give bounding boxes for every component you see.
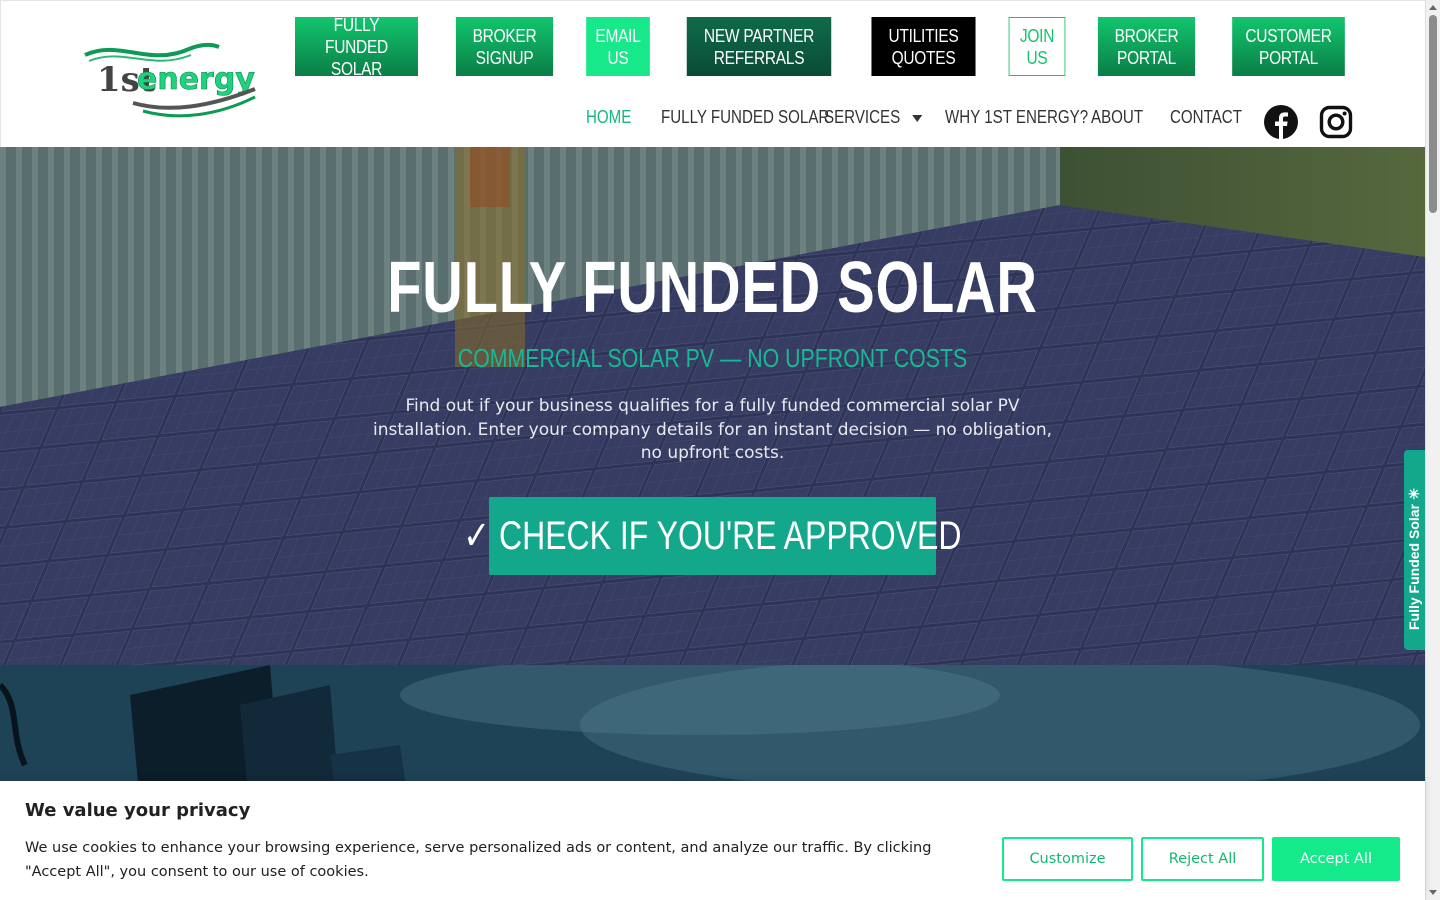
caret-down-icon [911,114,923,122]
nav-about[interactable]: ABOUT [1091,107,1143,128]
cookie-banner-title: We value your privacy [25,800,251,821]
nav-home[interactable]: HOME [586,107,631,128]
broker-portal-button[interactable]: BROKER PORTAL [1097,17,1196,76]
join-us-button[interactable]: JOIN US [1008,17,1066,76]
site-header: 1st energy FULLY FUNDED SOLAR BROKER SIG… [0,0,1425,147]
customer-portal-button[interactable]: CUSTOMER PORTAL [1232,17,1345,76]
utilities-quotes-button[interactable]: UTILITIES QUOTES [871,17,976,76]
cookie-accept-all-button[interactable]: Accept All [1272,837,1400,881]
scroll-up-arrow-icon[interactable] [1429,5,1437,10]
hero-description: Find out if your business qualifies for … [372,396,1053,463]
scroll-down-arrow-icon[interactable] [1429,890,1437,895]
new-partner-referrals-button[interactable]: NEW PARTNER REFERRALS [686,17,832,76]
scrollbar-thumb[interactable] [1429,15,1437,213]
cookie-reject-all-button[interactable]: Reject All [1141,837,1264,881]
fully-funded-solar-side-tab[interactable]: Fully Funded Solar ☀ [1404,450,1425,650]
check-approval-button[interactable]: ✓ CHECK IF YOU'RE APPROVED [463,497,962,575]
site-logo[interactable]: 1st energy [79,41,259,121]
nav-why-1st-energy[interactable]: WHY 1ST ENERGY? [945,107,1088,128]
email-us-button[interactable]: EMAIL US [586,17,650,76]
instagram-icon[interactable] [1319,105,1353,139]
hero-section: FULLY FUNDED SOLAR COMMERCIAL SOLAR PV —… [0,147,1425,665]
page-scrollbar[interactable] [1425,0,1440,900]
facebook-icon[interactable] [1264,105,1298,139]
logo-graphic: 1st energy [84,43,256,118]
nav-services[interactable]: SERVICES [824,107,923,128]
nav-fully-funded-solar[interactable]: FULLY FUNDED SOLAR [661,107,829,128]
fully-funded-solar-button[interactable]: FULLY FUNDED SOLAR [295,15,418,79]
cookie-banner-text: We use cookies to enhance your browsing … [25,840,932,880]
cookie-customize-button[interactable]: Customize [1002,837,1133,881]
nav-contact[interactable]: CONTACT [1170,107,1242,128]
broker-signup-button[interactable]: BROKER SIGNUP [455,17,554,76]
cookie-consent-banner: We value your privacy We use cookies to … [0,781,1425,900]
hero-subtitle: COMMERCIAL SOLAR PV — NO UPFRONT COSTS [457,343,968,373]
logo-word: energy [137,62,255,97]
hero-title: FULLY FUNDED SOLAR [387,248,1038,328]
